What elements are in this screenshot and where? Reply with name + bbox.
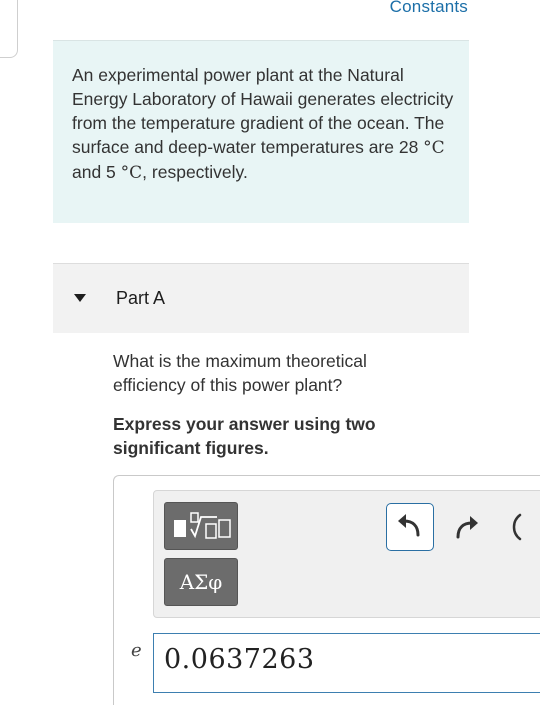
answer-input[interactable]: 0.0637263 xyxy=(153,633,540,693)
redo-button[interactable] xyxy=(452,507,484,547)
answer-value: 0.0637263 xyxy=(164,644,315,675)
collapse-caret-icon[interactable] xyxy=(74,294,86,302)
problem-intro-box: An experimental power plant at the Natur… xyxy=(53,40,469,223)
reset-icon xyxy=(512,513,522,541)
reset-button[interactable] xyxy=(506,511,526,543)
part-a-header[interactable]: Part A xyxy=(53,263,469,333)
intro-text-part3: , respectively. xyxy=(142,162,248,182)
math-toolbar: ΑΣφ xyxy=(153,490,540,618)
intro-text-part1: An experimental power plant at the Natur… xyxy=(72,65,454,157)
problem-intro-text: An experimental power plant at the Natur… xyxy=(72,63,462,185)
part-a-label: Part A xyxy=(116,288,166,308)
answer-variable-label: e xyxy=(131,640,142,661)
templates-sqrt-icon xyxy=(174,512,231,539)
intro-text-part2: and 5 xyxy=(72,162,121,182)
surface-temp-unit: °C xyxy=(423,138,445,158)
undo-arrow-icon xyxy=(398,514,420,537)
redo-arrow-icon xyxy=(456,516,478,539)
deep-temp-unit: °C xyxy=(120,163,143,183)
answer-instruction: Express your answer using two significan… xyxy=(113,414,376,458)
side-panel-tab[interactable] xyxy=(0,0,18,58)
question-text: What is the maximum theoretical efficien… xyxy=(113,351,367,395)
constants-link[interactable]: Constants xyxy=(390,0,468,17)
greek-symbols-button[interactable]: ΑΣφ xyxy=(164,558,238,606)
templates-button[interactable] xyxy=(164,502,238,550)
undo-button[interactable] xyxy=(386,503,434,551)
